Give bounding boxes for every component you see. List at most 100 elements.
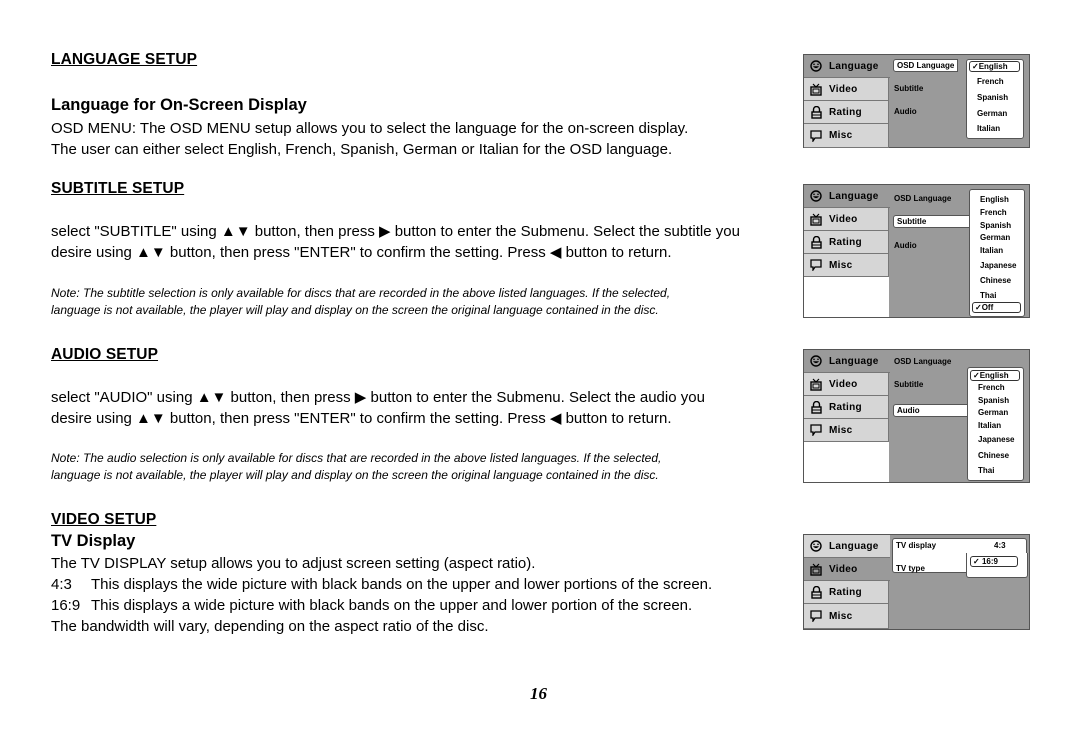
sidebar-item-label: Language — [829, 60, 879, 72]
audio-setup-heading: AUDIO SETUP — [51, 346, 159, 363]
option-english[interactable]: ✓English — [969, 61, 1020, 72]
option-german[interactable]: German — [970, 233, 1024, 242]
menu-item-subtitle[interactable]: Subtitle — [893, 215, 971, 228]
sidebar-item-label: Video — [829, 378, 858, 390]
option-french[interactable]: French — [970, 208, 1024, 217]
option-list: ✓English French Spanish German Italian J… — [967, 367, 1024, 481]
language-setup-body: OSD MENU: The OSD MENU setup allows you … — [51, 118, 688, 160]
osd-settings-area: OSD Language Subtitle Audio ✓English Fre… — [890, 55, 1029, 147]
sidebar-item-misc[interactable]: Misc — [804, 604, 889, 629]
option-italian[interactable]: Italian — [970, 246, 1024, 255]
lock-icon — [809, 105, 823, 119]
osd-panel-osd-language: Language Video Rating Misc OSD Language … — [803, 54, 1030, 148]
sidebar-item-video[interactable]: Video — [804, 208, 889, 231]
option-italian[interactable]: Italian — [968, 421, 1023, 430]
tv-icon — [809, 377, 823, 391]
sidebar-item-misc[interactable]: Misc — [804, 419, 889, 442]
option-japanese[interactable]: Japanese — [968, 435, 1023, 444]
osd-settings-area: OSD Language Subtitle Audio ✓English Fre… — [890, 350, 1029, 482]
language-osd-subheading: Language for On-Screen Display — [51, 96, 307, 114]
menu-item-osd-language[interactable]: OSD Language — [894, 357, 951, 366]
tv-icon — [809, 82, 823, 96]
speech-bubble-icon — [809, 258, 823, 272]
sidebar-item-label: Rating — [829, 401, 862, 413]
menu-item-subtitle[interactable]: Subtitle — [894, 84, 923, 93]
sidebar-item-rating[interactable]: Rating — [804, 231, 889, 254]
sidebar-item-label: Language — [829, 540, 879, 552]
smiley-icon — [809, 354, 823, 368]
option-thai[interactable]: Thai — [970, 291, 1024, 300]
option-spanish[interactable]: Spanish — [968, 396, 1023, 405]
subtitle-setup-body: select "SUBTITLE" using ▲▼ button, then … — [51, 221, 740, 263]
menu-item-osd-language[interactable]: OSD Language — [893, 59, 959, 72]
sidebar-item-video[interactable]: Video — [804, 558, 890, 581]
speech-bubble-icon — [809, 129, 823, 143]
option-4-3[interactable]: 4:3 — [994, 541, 1006, 550]
aspect-desc: This displays a wide picture with black … — [91, 597, 693, 614]
sidebar-item-video[interactable]: Video — [804, 373, 889, 396]
language-setup-heading: LANGUAGE SETUP — [51, 51, 198, 68]
tv-display-subheading: TV Display — [51, 532, 136, 550]
video-setup-heading: VIDEO SETUP — [51, 511, 157, 528]
sidebar-item-language[interactable]: Language — [804, 55, 890, 78]
option-spanish[interactable]: Spanish — [970, 221, 1024, 230]
option-spanish[interactable]: Spanish — [967, 93, 1023, 102]
osd-panel-audio: Language Video Rating Misc OSD Language … — [803, 349, 1030, 483]
audio-setup-body: select "AUDIO" using ▲▼ button, then pre… — [51, 387, 705, 429]
sidebar-item-rating[interactable]: Rating — [804, 581, 889, 604]
aspect-desc: This displays the wide picture with blac… — [91, 576, 713, 593]
option-off[interactable]: ✓Off — [972, 302, 1021, 313]
sidebar-item-misc[interactable]: Misc — [804, 124, 889, 148]
option-italian[interactable]: Italian — [967, 124, 1023, 133]
sidebar-item-language[interactable]: Language — [804, 350, 890, 373]
page-number: 16 — [530, 684, 547, 703]
aspect-key: 16:9 — [51, 597, 81, 614]
option-english[interactable]: ✓English — [970, 370, 1020, 381]
text-line: select "SUBTITLE" using ▲▼ button, then … — [51, 223, 740, 240]
osd-settings-area: TV display TV type 4:3 ✓ 16:9 — [890, 535, 1029, 629]
sidebar-item-label: Language — [829, 355, 879, 367]
sidebar-item-label: Language — [829, 190, 879, 202]
sidebar-item-language[interactable]: Language — [804, 185, 890, 208]
sidebar-item-rating[interactable]: Rating — [804, 396, 889, 419]
menu-item-audio[interactable]: Audio — [894, 107, 917, 116]
option-japanese[interactable]: Japanese — [970, 261, 1024, 270]
menu-item-audio[interactable]: Audio — [894, 241, 917, 250]
option-german[interactable]: German — [967, 109, 1023, 118]
audio-note: Note: The audio selection is only availa… — [51, 450, 661, 484]
option-english[interactable]: English — [970, 195, 1024, 204]
sidebar-item-label: Misc — [829, 424, 853, 436]
speech-bubble-icon — [809, 423, 823, 437]
text-line: The TV DISPLAY setup allows you to adjus… — [51, 555, 536, 572]
smiley-icon — [809, 539, 823, 553]
text-line: desire using ▲▼ button, then press "ENTE… — [51, 410, 672, 427]
speech-bubble-icon — [809, 609, 823, 623]
sidebar-item-video[interactable]: Video — [804, 78, 889, 101]
sidebar-item-label: Video — [829, 563, 858, 575]
check-icon: ✓ — [972, 62, 979, 71]
option-16-9[interactable]: ✓ 16:9 — [970, 556, 1018, 567]
sidebar-item-rating[interactable]: Rating — [804, 101, 889, 124]
sidebar-item-language[interactable]: Language — [804, 535, 890, 558]
option-french[interactable]: French — [967, 77, 1023, 86]
option-list: English French Spanish German Italian Ja… — [969, 189, 1025, 317]
menu-item-subtitle[interactable]: Subtitle — [894, 380, 923, 389]
sidebar-item-label: Rating — [829, 236, 862, 248]
option-chinese[interactable]: Chinese — [968, 451, 1023, 460]
tv-icon — [809, 562, 823, 576]
sidebar-item-misc[interactable]: Misc — [804, 254, 889, 277]
subtitle-setup-heading: SUBTITLE SETUP — [51, 180, 185, 197]
option-thai[interactable]: Thai — [968, 466, 1023, 475]
osd-panel-tv-display: Language Video Rating Misc TV display TV… — [803, 534, 1030, 630]
aspect-item: 16:9 This displays a wide picture with bl… — [51, 595, 712, 616]
menu-item-osd-language[interactable]: OSD Language — [894, 194, 951, 203]
menu-item-tv-display[interactable]: TV display — [896, 541, 936, 550]
option-german[interactable]: German — [968, 408, 1023, 417]
menu-item-audio[interactable]: Audio — [893, 404, 971, 417]
osd-settings-area: OSD Language Subtitle Audio English Fren… — [890, 185, 1029, 317]
option-french[interactable]: French — [968, 383, 1023, 392]
option-chinese[interactable]: Chinese — [970, 276, 1024, 285]
menu-item-tv-type[interactable]: TV type — [896, 564, 925, 573]
sidebar-item-label: Misc — [829, 130, 853, 141]
check-icon: ✓ — [975, 303, 982, 312]
